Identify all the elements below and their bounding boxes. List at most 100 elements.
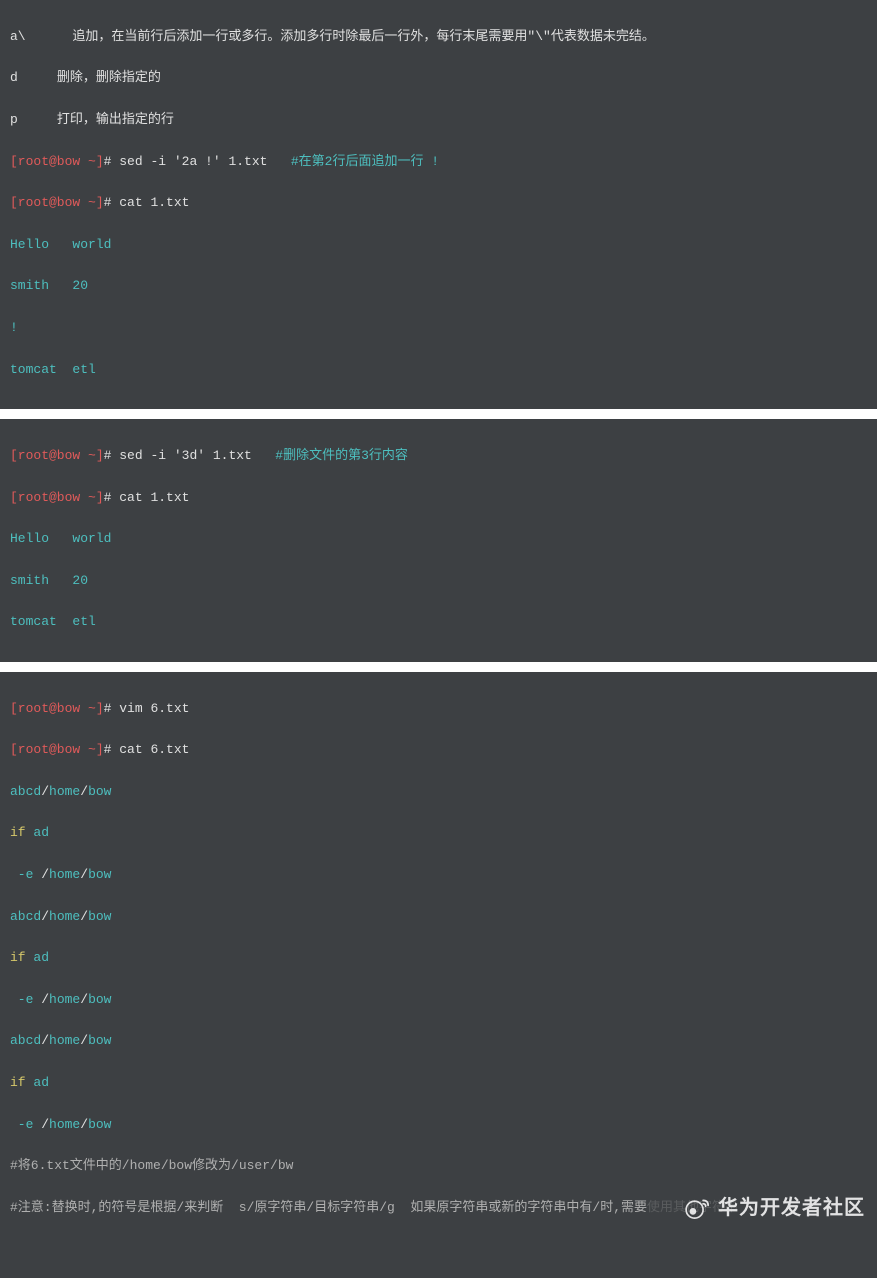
- text: "代表数据未完结。: [543, 29, 655, 44]
- text: home: [49, 1033, 80, 1048]
- text: d: [10, 70, 18, 85]
- text: -e: [10, 1117, 41, 1132]
- prompt: [root@bow ~]: [10, 154, 104, 169]
- terminal-block-3: [root@bow ~]# vim 6.txt [root@bow ~]# ca…: [0, 672, 877, 1278]
- text: ad: [26, 950, 49, 965]
- output-line: smith 20: [10, 571, 867, 592]
- text: !: [10, 320, 18, 335]
- hash: #: [104, 490, 120, 505]
- command: sed -i '2a !' 1.txt: [119, 154, 291, 169]
- output-line: abcd/home/bow: [10, 1031, 867, 1052]
- hash: #: [104, 701, 120, 716]
- text: #将6.txt文件中的/home/bow修改为/user/bw: [10, 1158, 293, 1173]
- text: Hello world: [10, 237, 111, 252]
- command: cat 1.txt: [119, 490, 189, 505]
- text: tomcat etl: [10, 362, 96, 377]
- text: ad: [26, 1075, 49, 1090]
- text: /: [80, 867, 88, 882]
- prompt: [root@bow ~]: [10, 448, 104, 463]
- terminal-block-1: a\ 追加，在当前行后添加一行或多行。添加多行时除最后一行外，每行末尾需要用"\…: [0, 0, 877, 409]
- line: a\ 追加，在当前行后添加一行或多行。添加多行时除最后一行外，每行末尾需要用"\…: [10, 27, 867, 48]
- prompt: [root@bow ~]: [10, 701, 104, 716]
- text: abcd: [10, 1033, 41, 1048]
- text: if: [10, 825, 26, 840]
- text: /: [41, 909, 49, 924]
- text: home: [49, 909, 80, 924]
- line: [root@bow ~]# sed -i '2a !' 1.txt #在第2行后…: [10, 152, 867, 173]
- text: bow: [88, 867, 111, 882]
- text: home: [49, 867, 80, 882]
- output-line: Hello world: [10, 235, 867, 256]
- text: bow: [88, 784, 111, 799]
- text: /: [41, 1033, 49, 1048]
- text: a\: [10, 29, 26, 44]
- text: smith 20: [10, 573, 88, 588]
- output-line: tomcat etl: [10, 612, 867, 633]
- text: bow: [88, 992, 111, 1007]
- text: /: [41, 1117, 49, 1132]
- text: 打印，输出指定的行: [18, 112, 174, 127]
- output-line: tomcat etl: [10, 360, 867, 381]
- line: p 打印，输出指定的行: [10, 110, 867, 131]
- comment-inline: #在第2行后面追加一行 !: [291, 154, 439, 169]
- text: bow: [88, 1033, 111, 1048]
- text: /: [80, 1117, 88, 1132]
- prompt: [root@bow ~]: [10, 195, 104, 210]
- text: /: [80, 784, 88, 799]
- command: sed -i '3d' 1.txt: [119, 448, 275, 463]
- output-line: if ad: [10, 823, 867, 844]
- text: #注意:替换时,的符号是根据/来判断 s/原字符串/目标字符串/g 如果原字符串…: [10, 1200, 647, 1215]
- text: /: [80, 992, 88, 1007]
- text: if: [10, 1075, 26, 1090]
- line: d 删除，删除指定的: [10, 68, 867, 89]
- output-line: -e /home/bow: [10, 990, 867, 1011]
- line: [root@bow ~]# vim 6.txt: [10, 699, 867, 720]
- text: -e: [10, 867, 41, 882]
- text: bow: [88, 1117, 111, 1132]
- watermark: 华为开发者社区: [684, 1133, 865, 1278]
- text: \: [535, 29, 543, 44]
- text: /: [41, 784, 49, 799]
- watermark-text: 华为开发者社区: [718, 1192, 865, 1224]
- text: home: [49, 1117, 80, 1132]
- text: p: [10, 112, 18, 127]
- output-line: if ad: [10, 948, 867, 969]
- command: cat 1.txt: [119, 195, 189, 210]
- line: [root@bow ~]# cat 6.txt: [10, 740, 867, 761]
- text: 追加，在当前行后添加一行或多行。添加多行时除最后一行外，每行末尾需要用": [26, 29, 536, 44]
- command: vim 6.txt: [119, 701, 189, 716]
- text: if: [10, 950, 26, 965]
- hash: #: [104, 742, 120, 757]
- hash: #: [104, 154, 120, 169]
- weibo-icon: [684, 1133, 712, 1278]
- comment-inline: #删除文件的第3行内容: [275, 448, 408, 463]
- output-line: Hello world: [10, 529, 867, 550]
- text: /: [80, 909, 88, 924]
- prompt: [root@bow ~]: [10, 742, 104, 757]
- text: /: [41, 992, 49, 1007]
- output-line: smith 20: [10, 276, 867, 297]
- terminal-block-2: [root@bow ~]# sed -i '3d' 1.txt #删除文件的第3…: [0, 419, 877, 662]
- line: [root@bow ~]# cat 1.txt: [10, 488, 867, 509]
- hash: #: [104, 195, 120, 210]
- text: /: [41, 867, 49, 882]
- text: Hello world: [10, 531, 111, 546]
- text: home: [49, 992, 80, 1007]
- text: tomcat etl: [10, 614, 96, 629]
- text: -e: [10, 992, 41, 1007]
- text: abcd: [10, 909, 41, 924]
- command: cat 6.txt: [119, 742, 189, 757]
- text: abcd: [10, 784, 41, 799]
- text: 删除，删除指定的: [18, 70, 161, 85]
- line: [root@bow ~]# sed -i '3d' 1.txt #删除文件的第3…: [10, 446, 867, 467]
- text: smith 20: [10, 278, 88, 293]
- output-line: -e /home/bow: [10, 865, 867, 886]
- text: ad: [26, 825, 49, 840]
- output-line: if ad: [10, 1073, 867, 1094]
- text: /: [80, 1033, 88, 1048]
- prompt: [root@bow ~]: [10, 490, 104, 505]
- output-line: abcd/home/bow: [10, 907, 867, 928]
- output-line: abcd/home/bow: [10, 782, 867, 803]
- text: home: [49, 784, 80, 799]
- line: [root@bow ~]# cat 1.txt: [10, 193, 867, 214]
